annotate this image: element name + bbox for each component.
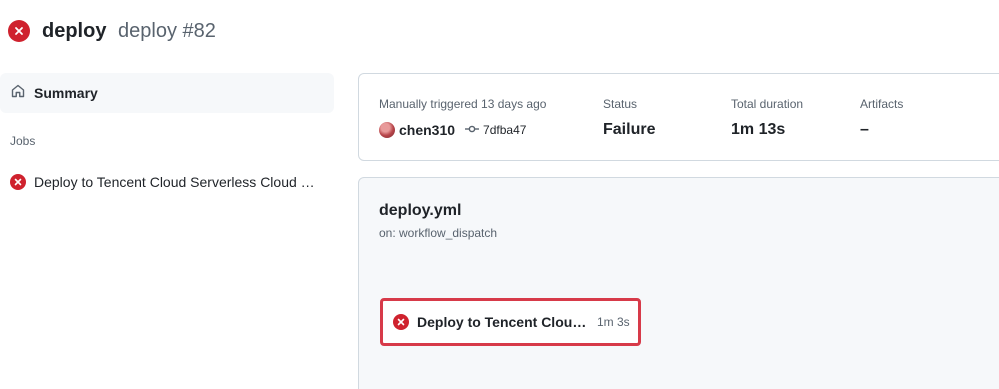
commit-link[interactable]: 7dfba47 [483, 123, 526, 137]
x-circle-fill-icon [10, 174, 26, 190]
jobs-heading: Jobs [10, 134, 36, 148]
run-summary-card: Manually triggered 13 days ago chen310 7… [358, 73, 999, 161]
git-commit-icon [465, 121, 480, 139]
actor-link[interactable]: chen310 [399, 122, 455, 138]
trigger-text: Manually triggered 13 days ago [379, 97, 547, 111]
run-header: deploy deploy #82 [8, 17, 216, 45]
job-node[interactable]: Deploy to Tencent Cloud ... 1m 3s [380, 298, 641, 346]
artifacts-label: Artifacts [860, 97, 904, 111]
sidebar-item-summary[interactable]: Summary [0, 73, 334, 113]
x-circle-fill-icon [8, 20, 30, 42]
duration-value: 1m 13s [731, 121, 786, 138]
home-icon [10, 83, 26, 104]
artifacts-value: – [860, 121, 869, 138]
status-value: Failure [603, 121, 656, 138]
job-node-duration: 1m 3s [597, 315, 630, 329]
status-label: Status [603, 97, 638, 111]
run-title: deploy #82 [118, 20, 216, 42]
x-circle-fill-icon [393, 314, 409, 330]
sidebar-item-label: Summary [34, 85, 98, 101]
avatar[interactable] [379, 122, 395, 138]
duration-label: Total duration [731, 97, 804, 111]
page-title: deploy deploy #82 [42, 17, 216, 45]
workflow-name: deploy [42, 20, 107, 42]
sidebar-item-job[interactable]: Deploy to Tencent Cloud Serverless Cloud… [0, 170, 334, 194]
workflow-trigger: on: workflow_dispatch [379, 226, 498, 240]
workflow-graph: deploy.yml on: workflow_dispatch Deploy … [358, 177, 999, 389]
workflow-file-name: deploy.yml [379, 202, 462, 219]
trigger-details: chen310 7dfba47 [379, 120, 526, 140]
sidebar-job-label: Deploy to Tencent Cloud Serverless Cloud… [34, 174, 316, 190]
job-node-label: Deploy to Tencent Cloud ... [417, 314, 589, 330]
